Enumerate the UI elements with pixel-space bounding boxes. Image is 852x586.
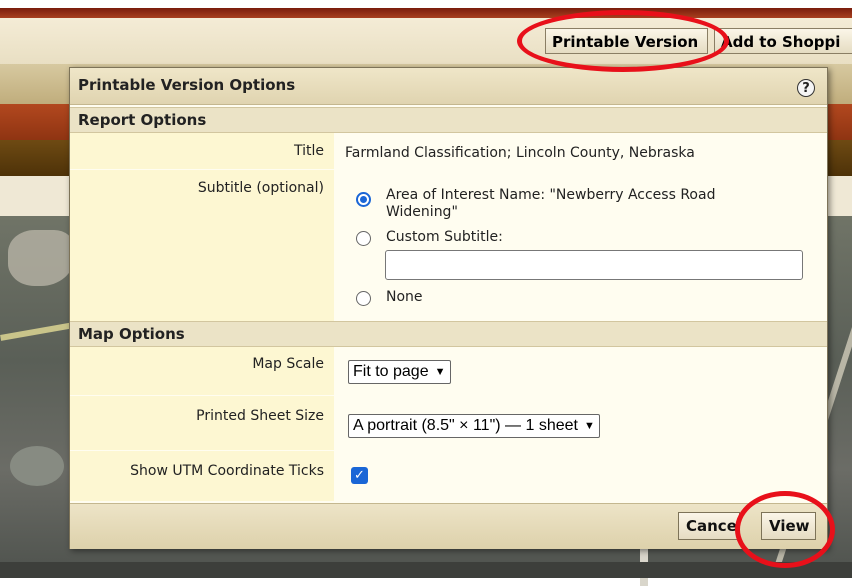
map-options-heading: Map Options — [78, 325, 185, 343]
top-band — [0, 8, 852, 18]
annotation-circle-printable — [517, 10, 729, 72]
subtitle-label: Subtitle (optional) — [197, 180, 324, 196]
subtitle-aoi-radio[interactable] — [356, 192, 371, 207]
map-feature — [8, 230, 74, 286]
utm-checkbox[interactable]: ✓ — [351, 467, 368, 484]
custom-subtitle-input[interactable] — [385, 250, 803, 280]
map-scale-label-cell: Map Scale — [70, 347, 334, 396]
utm-label-cell: Show UTM Coordinate Ticks — [70, 451, 334, 502]
subtitle-label-cell: Subtitle (optional) — [70, 170, 334, 323]
add-to-shopping-button[interactable]: Add to Shoppi — [714, 28, 852, 54]
checkmark-icon: ✓ — [354, 468, 365, 483]
dialog-titlebar[interactable]: Printable Version Options ? — [70, 68, 827, 105]
title-label-cell: Title — [70, 133, 334, 170]
map-scale-value: Fit to page — [353, 363, 429, 381]
help-icon[interactable]: ? — [797, 79, 815, 97]
subtitle-aoi-label[interactable]: Area of Interest Name: "Newberry Access … — [386, 187, 766, 221]
subtitle-custom-radio[interactable] — [356, 231, 371, 246]
report-options-heading: Report Options — [78, 111, 207, 129]
printable-version-dialog: Printable Version Options ? Report Optio… — [69, 67, 828, 549]
utm-label: Show UTM Coordinate Ticks — [130, 463, 324, 479]
subtitle-none-label[interactable]: None — [386, 289, 423, 306]
map-scale-label: Map Scale — [252, 356, 324, 372]
dialog-title: Printable Version Options — [78, 76, 296, 94]
sheet-size-label: Printed Sheet Size — [196, 408, 324, 424]
chevron-down-icon: ▼ — [583, 420, 595, 432]
report-options-header: Report Options — [70, 107, 827, 133]
map-bottom-strip — [0, 562, 852, 578]
map-feature — [10, 446, 64, 486]
map-options-header: Map Options — [70, 321, 827, 347]
cancel-button[interactable]: Cance — [678, 512, 740, 540]
top-strip — [0, 0, 852, 18]
subtitle-custom-label[interactable]: Custom Subtitle: — [386, 229, 503, 246]
title-value: Farmland Classification; Lincoln County,… — [345, 145, 695, 161]
annotation-circle-view — [735, 491, 835, 568]
subtitle-none-radio[interactable] — [356, 291, 371, 306]
map-road — [0, 321, 80, 341]
chevron-down-icon: ▼ — [434, 366, 446, 378]
sheet-size-label-cell: Printed Sheet Size — [70, 396, 334, 451]
sheet-size-select[interactable]: A portrait (8.5" × 11") — 1 sheet ▼ — [348, 414, 600, 438]
sheet-size-value: A portrait (8.5" × 11") — 1 sheet — [353, 417, 578, 435]
dialog-footer: Cance View — [70, 503, 827, 549]
map-scale-select[interactable]: Fit to page ▼ — [348, 360, 451, 384]
title-label: Title — [293, 143, 324, 159]
